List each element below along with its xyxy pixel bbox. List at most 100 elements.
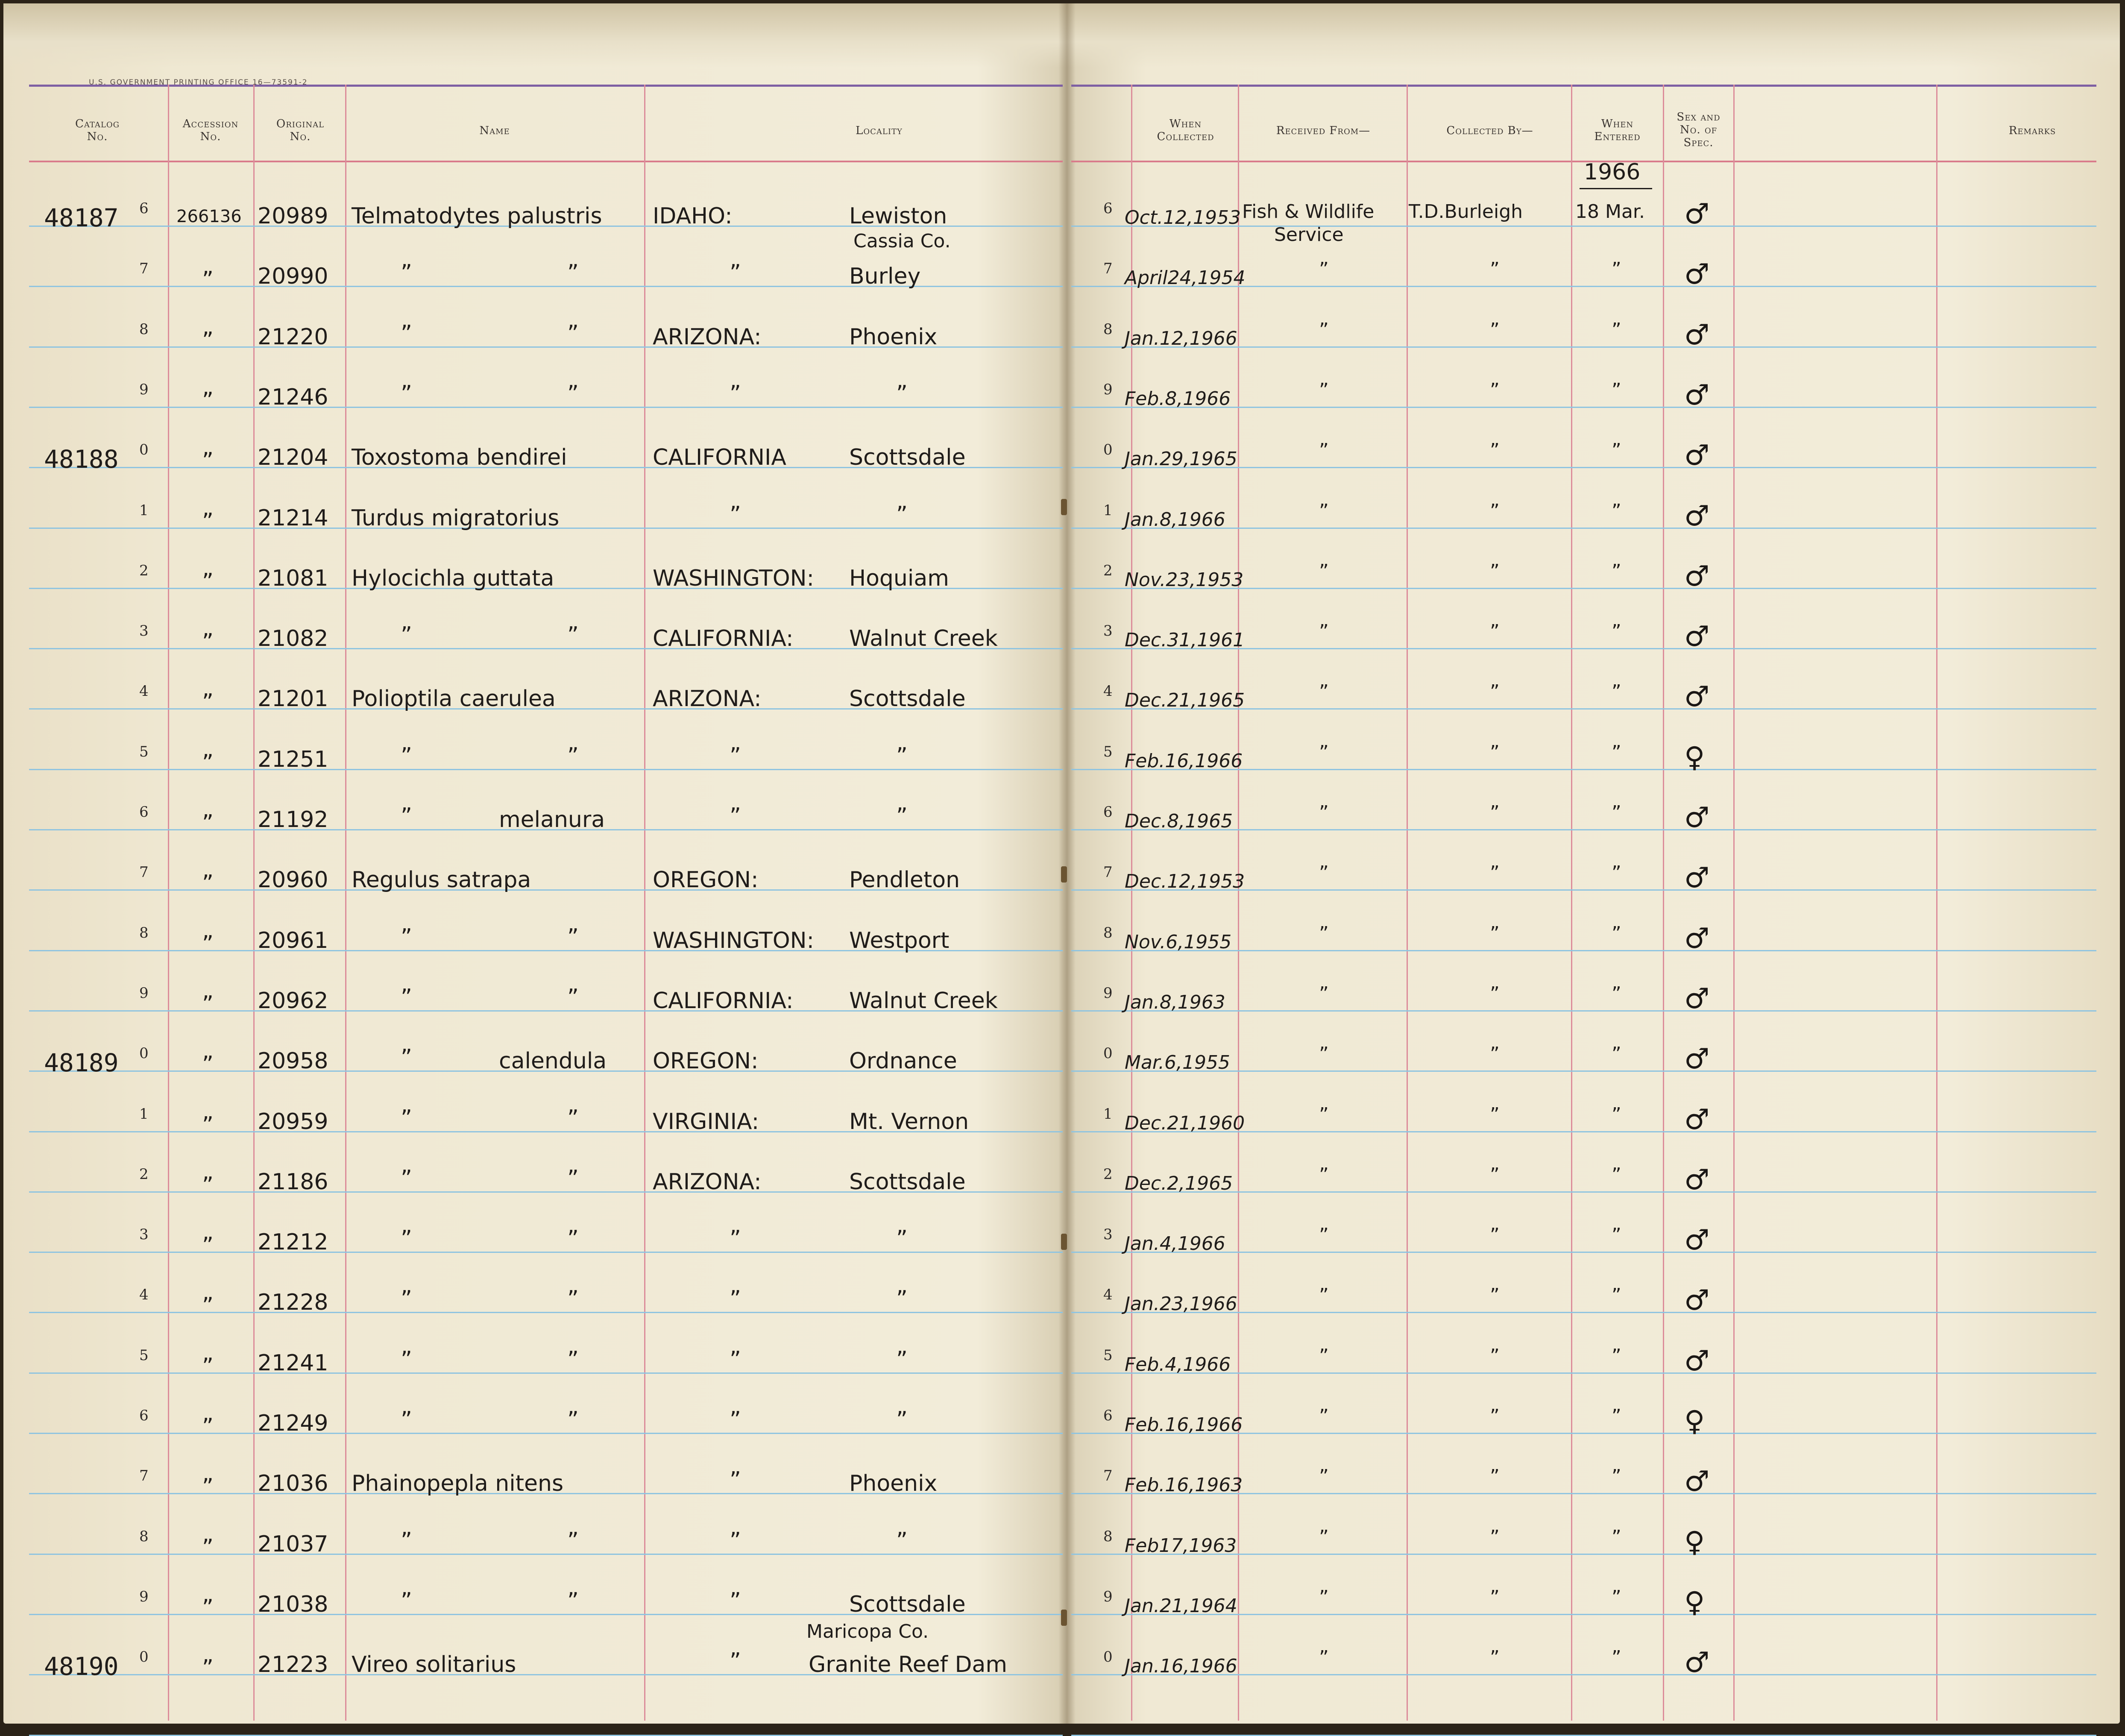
collected-by: ” [1490, 1224, 1500, 1246]
accession-number: ” [202, 871, 214, 896]
species-name: Phainopepla nitens [352, 1471, 564, 1496]
header-top-rule-right [1071, 85, 2096, 87]
header-top-rule [29, 85, 1063, 87]
accession-number: ” [202, 1535, 214, 1560]
when-entered: ” [1612, 1224, 1621, 1246]
collected-date: Feb.16,1963 [1125, 1474, 1243, 1496]
species-name: Polioptila caerulea [352, 686, 556, 712]
original-number: 20961 [258, 928, 328, 953]
locality-place: Walnut Creek [849, 988, 998, 1014]
name-ditto-species: ” [567, 1286, 579, 1312]
locality-state: CALIFORNIA: [653, 988, 794, 1014]
collected-date: Nov.23,1953 [1125, 569, 1244, 591]
binding-clip [1061, 1234, 1067, 1250]
collected-date: Feb.8,1966 [1125, 388, 1231, 410]
when-entered: ” [1612, 1345, 1621, 1367]
collected-by: ” [1490, 862, 1500, 884]
collected-digit: 5 [1103, 743, 1113, 760]
header-bottom-rule [29, 161, 1063, 162]
accession-number: ” [202, 388, 214, 413]
collected-by: ” [1490, 983, 1500, 1005]
collected-digit: 3 [1103, 622, 1113, 639]
received-from: ” [1319, 500, 1329, 522]
collected-date: Dec.21,1965 [1125, 689, 1245, 711]
when-entered: ” [1612, 440, 1621, 461]
original-number: 21186 [258, 1169, 328, 1195]
sex-symbol: ♂ [1684, 1042, 1710, 1075]
accession-number: ” [202, 569, 214, 595]
sex-symbol: ♀ [1684, 1405, 1705, 1437]
catalog-number: 48187 [44, 203, 119, 232]
catalog-digit: 7 [139, 1467, 149, 1484]
collected-date: Feb17,1963 [1125, 1535, 1237, 1557]
name-ditto-species: ” [567, 622, 579, 648]
header-sex-spec: Sex and No. of Spec. [1677, 111, 1721, 149]
collected-date: Feb.4,1966 [1125, 1354, 1231, 1375]
locality-state: ” [730, 1528, 741, 1554]
row-rule [29, 769, 1063, 770]
original-number: 21220 [258, 324, 328, 350]
accession-number: ” [202, 629, 214, 655]
locality-state: ” [730, 1347, 741, 1372]
when-entered: ” [1612, 923, 1621, 944]
original-number: 21201 [258, 686, 328, 712]
name-ditto-species: ” [567, 1347, 579, 1372]
received-from: ” [1319, 1104, 1329, 1126]
accession-number: ” [202, 931, 214, 957]
sex-symbol: ♂ [1684, 1223, 1710, 1256]
accession-number: ” [202, 1293, 214, 1319]
sex-symbol: ♀ [1684, 1525, 1705, 1558]
received-from: ” [1319, 742, 1329, 763]
received-from: ” [1319, 1405, 1329, 1427]
locality-state: ARIZONA: [653, 1169, 762, 1195]
row-rule [29, 407, 1063, 408]
header-name: Name [479, 124, 510, 137]
locality-state: IDAHO: [653, 203, 733, 229]
sex-symbol: ♂ [1684, 499, 1710, 532]
name-ditto-genus: ” [401, 1407, 412, 1433]
name-ditto-species: ” [567, 1588, 579, 1614]
when-entered: ” [1612, 1586, 1621, 1608]
catalog-digit: 0 [139, 1045, 149, 1062]
sex-symbol: ♂ [1684, 1103, 1710, 1136]
catalog-digit: 1 [139, 502, 149, 519]
sex-symbol: ♂ [1684, 982, 1710, 1015]
when-entered: ” [1612, 862, 1621, 884]
column-rule [168, 85, 169, 1721]
name-ditto-species: calendula [499, 1048, 607, 1074]
locality-place: Scottsdale [849, 686, 966, 712]
sex-symbol: ♂ [1684, 620, 1710, 653]
column-rule [253, 85, 255, 1721]
collected-by: ” [1490, 621, 1500, 642]
name-ditto-genus: ” [401, 924, 412, 950]
name-ditto-genus: ” [401, 803, 412, 829]
collected-by: ” [1490, 319, 1500, 341]
sex-symbol: ♂ [1684, 1465, 1710, 1498]
species-name: Vireo solitarius [352, 1652, 516, 1677]
collected-by: ” [1490, 379, 1500, 401]
received-from: Fish & Wildlife [1242, 201, 1375, 223]
collected-by: ” [1490, 500, 1500, 522]
species-name: Regulus satrapa [352, 867, 531, 893]
name-ditto-genus: ” [401, 1528, 412, 1554]
catalog-number: 48189 [44, 1048, 119, 1077]
when-entered: ” [1612, 560, 1621, 582]
when-entered: ” [1612, 1466, 1621, 1487]
sex-symbol: ♂ [1684, 560, 1710, 592]
name-ditto-species: ” [567, 1528, 579, 1554]
header-locality: Locality [856, 124, 903, 137]
original-number: 21082 [258, 626, 328, 651]
collected-digit: 8 [1103, 321, 1113, 338]
species-name: Telmatodytes palustris [352, 203, 602, 229]
collected-date: Jan.12,1966 [1125, 328, 1237, 349]
column-rule [1407, 85, 1408, 1721]
catalog-digit: 6 [139, 1407, 149, 1424]
name-ditto-genus: ” [401, 1226, 412, 1252]
species-name: Turdus migratorius [352, 505, 560, 531]
sex-symbol: ♀ [1684, 741, 1705, 774]
name-ditto-genus: ” [401, 743, 412, 769]
name-ditto-genus: ” [401, 260, 412, 286]
header-collected-by: Collected By— [1446, 124, 1533, 137]
received-from: ” [1319, 1284, 1329, 1306]
collected-digit: 0 [1103, 1648, 1113, 1666]
